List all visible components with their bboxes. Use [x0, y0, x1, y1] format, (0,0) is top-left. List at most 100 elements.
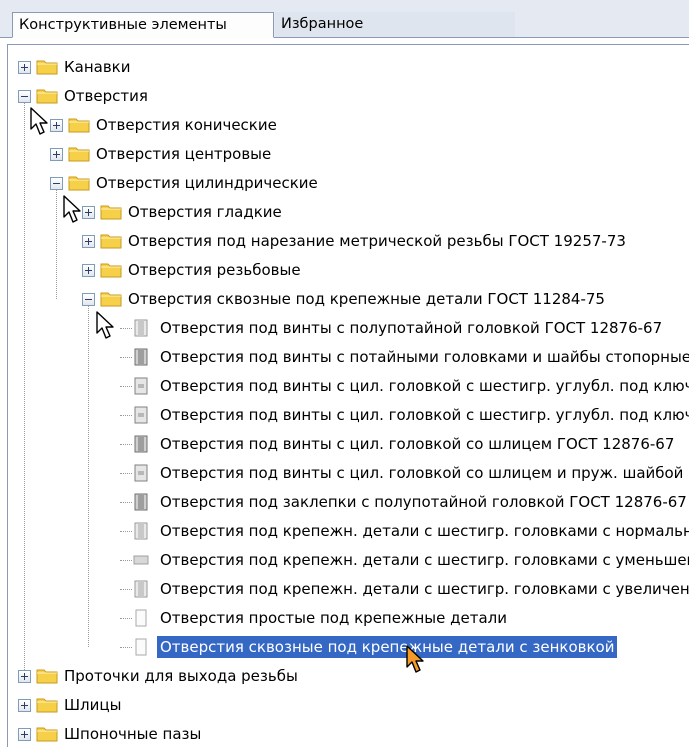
tree-item-label[interactable]: Отверстия под винты с цил. головкой со ш… — [157, 433, 677, 455]
folder-icon — [100, 203, 122, 220]
tree-item-label[interactable]: Отверстия под крепежн. детали с шестигр.… — [157, 578, 689, 600]
folder-icon — [36, 667, 58, 684]
tree-item-row[interactable]: Отверстия под крепежн. детали с шестигр.… — [8, 575, 689, 604]
tree-item-label[interactable]: Отверстия под заклепки с полупотайной го… — [157, 491, 689, 513]
folder-icon — [36, 87, 58, 104]
tree-item-label[interactable]: Отверстия резьбовые — [125, 259, 304, 281]
tree-view[interactable]: Канавки Отверстия Отверстия конические Отве… — [7, 44, 689, 747]
tree-connector — [120, 328, 132, 329]
tree-folder-row[interactable]: Отверстия сквозные под крепежные детали … — [8, 285, 689, 314]
tree-item-label[interactable]: Проточки для выхода резьбы — [61, 665, 301, 687]
tree-item-label[interactable]: Отверстия цилиндрические — [93, 172, 321, 194]
tree-folder-row[interactable]: Отверстия — [8, 82, 689, 111]
hole-template-icon — [132, 348, 150, 366]
hole-template-icon — [132, 522, 150, 540]
tree-item-row[interactable]: Отверстия под крепежн. детали с шестигр.… — [8, 546, 689, 575]
expand-icon[interactable] — [18, 61, 31, 74]
tree-item-label[interactable]: Отверстия под винты с полупотайной голов… — [157, 317, 665, 339]
folder-icon — [100, 290, 122, 307]
collapse-icon[interactable] — [18, 90, 31, 103]
tree-item-label[interactable]: Отверстия простые под крепежные детали — [157, 607, 510, 629]
tree-item-label[interactable]: Отверстия под винты с цил. головкой с ше… — [157, 404, 689, 426]
folder-icon — [68, 174, 90, 191]
tree-item-label[interactable]: Отверстия сквозные под крепежные детали … — [125, 288, 608, 310]
tree-item-label[interactable]: Шпоночные пазы — [61, 723, 204, 745]
tree-folder-row[interactable]: Шлицы — [8, 691, 689, 720]
tree-item-row[interactable]: Отверстия простые под крепежные детали — [8, 604, 689, 633]
tree-item-label[interactable]: Отверстия под крепежн. детали с шестигр.… — [157, 549, 689, 571]
tree-folder-row[interactable]: Отверстия центровые — [8, 140, 689, 169]
tree-connector — [120, 647, 132, 648]
expand-icon[interactable] — [82, 235, 95, 248]
tree-connector — [120, 473, 132, 474]
tree-connector — [120, 386, 132, 387]
tree-item-label[interactable]: Отверстия под винты с цил. головкой со ш… — [157, 462, 686, 484]
tree-item-label[interactable]: Отверстия конические — [93, 114, 280, 136]
tab-strip: Конструктивные элементы Избранное — [0, 0, 689, 38]
tree-item-label[interactable]: Отверстия центровые — [93, 143, 274, 165]
mouse-cursor-icon — [96, 311, 118, 341]
expand-icon[interactable] — [50, 148, 63, 161]
tree-connector — [120, 357, 132, 358]
expand-icon[interactable] — [18, 728, 31, 741]
tree-folder-row[interactable]: Отверстия резьбовые — [8, 256, 689, 285]
hole-template-icon — [132, 493, 150, 511]
tree-item-row[interactable]: Отверстия под крепежн. детали с шестигр.… — [8, 517, 689, 546]
tree-folder-row[interactable]: Отверстия конические — [8, 111, 689, 140]
tree-connector — [120, 531, 132, 532]
tree-item-row[interactable]: Отверстия под винты с цил. головкой с ше… — [8, 401, 689, 430]
hole-template-icon — [132, 638, 150, 656]
collapse-icon[interactable] — [82, 293, 95, 306]
mouse-cursor-icon — [63, 195, 85, 225]
tab-favorites[interactable]: Избранное — [275, 12, 515, 38]
hole-template-icon — [132, 377, 150, 395]
tree-item-row[interactable]: Отверстия под винты с цил. головкой со ш… — [8, 459, 689, 488]
tree-item-label[interactable]: Отверстия гладкие — [125, 201, 285, 223]
tree-item-label[interactable]: Канавки — [61, 56, 134, 78]
hole-template-icon — [132, 435, 150, 453]
collapse-icon[interactable] — [50, 177, 63, 190]
folder-icon — [100, 232, 122, 249]
tree-folder-row[interactable]: Проточки для выхода резьбы — [8, 662, 689, 691]
tree-folder-row[interactable]: Отверстия гладкие — [8, 198, 689, 227]
hole-template-icon — [132, 406, 150, 424]
tree-item-label[interactable]: Отверстия под винты с потайными головкам… — [157, 346, 689, 368]
folder-icon — [36, 696, 58, 713]
tree-item-label[interactable]: Шлицы — [61, 694, 124, 716]
tree-item-row[interactable]: Отверстия сквозные под крепежные детали … — [8, 633, 689, 662]
tree-folder-row[interactable]: Шпоночные пазы — [8, 720, 689, 747]
tree-item-label[interactable]: Отверстия под крепежн. детали с шестигр.… — [157, 520, 689, 542]
hole-template-icon — [132, 464, 150, 482]
tab-constructive-elements[interactable]: Конструктивные элементы — [12, 12, 274, 38]
expand-icon[interactable] — [18, 670, 31, 683]
tree-item-label[interactable]: Отверстия сквозные под крепежные детали … — [157, 636, 618, 658]
mouse-cursor-icon — [30, 107, 52, 137]
tree-item-row[interactable]: Отверстия под винты с потайными головкам… — [8, 343, 689, 372]
folder-icon — [36, 725, 58, 742]
folder-icon — [100, 261, 122, 278]
hole-template-icon — [132, 580, 150, 598]
tree-item-row[interactable]: Отверстия под заклепки с полупотайной го… — [8, 488, 689, 517]
tree-connector — [120, 444, 132, 445]
tree-folder-row[interactable]: Канавки — [8, 53, 689, 82]
tree-folder-row[interactable]: Отверстия под нарезание метрической резь… — [8, 227, 689, 256]
tree-item-label[interactable]: Отверстия под нарезание метрической резь… — [125, 230, 629, 252]
folder-icon — [68, 116, 90, 133]
tree-folder-row[interactable]: Отверстия цилиндрические — [8, 169, 689, 198]
hole-template-icon — [132, 319, 150, 337]
tree-connector — [120, 618, 132, 619]
tree-connector — [120, 502, 132, 503]
expand-icon[interactable] — [18, 699, 31, 712]
tree-connector — [120, 560, 132, 561]
hole-template-icon — [132, 551, 150, 569]
tree-item-label[interactable]: Отверстия под винты с цил. головкой с ше… — [157, 375, 689, 397]
tree-item-row[interactable]: Отверстия под винты с цил. головкой со ш… — [8, 430, 689, 459]
expand-icon[interactable] — [82, 264, 95, 277]
tree-connector — [120, 589, 132, 590]
folder-icon — [36, 58, 58, 75]
tree-item-label[interactable]: Отверстия — [61, 85, 151, 107]
tree-connector — [120, 415, 132, 416]
folder-icon — [68, 145, 90, 162]
tree-item-row[interactable]: Отверстия под винты с цил. головкой с ше… — [8, 372, 689, 401]
hole-template-icon — [132, 609, 150, 627]
